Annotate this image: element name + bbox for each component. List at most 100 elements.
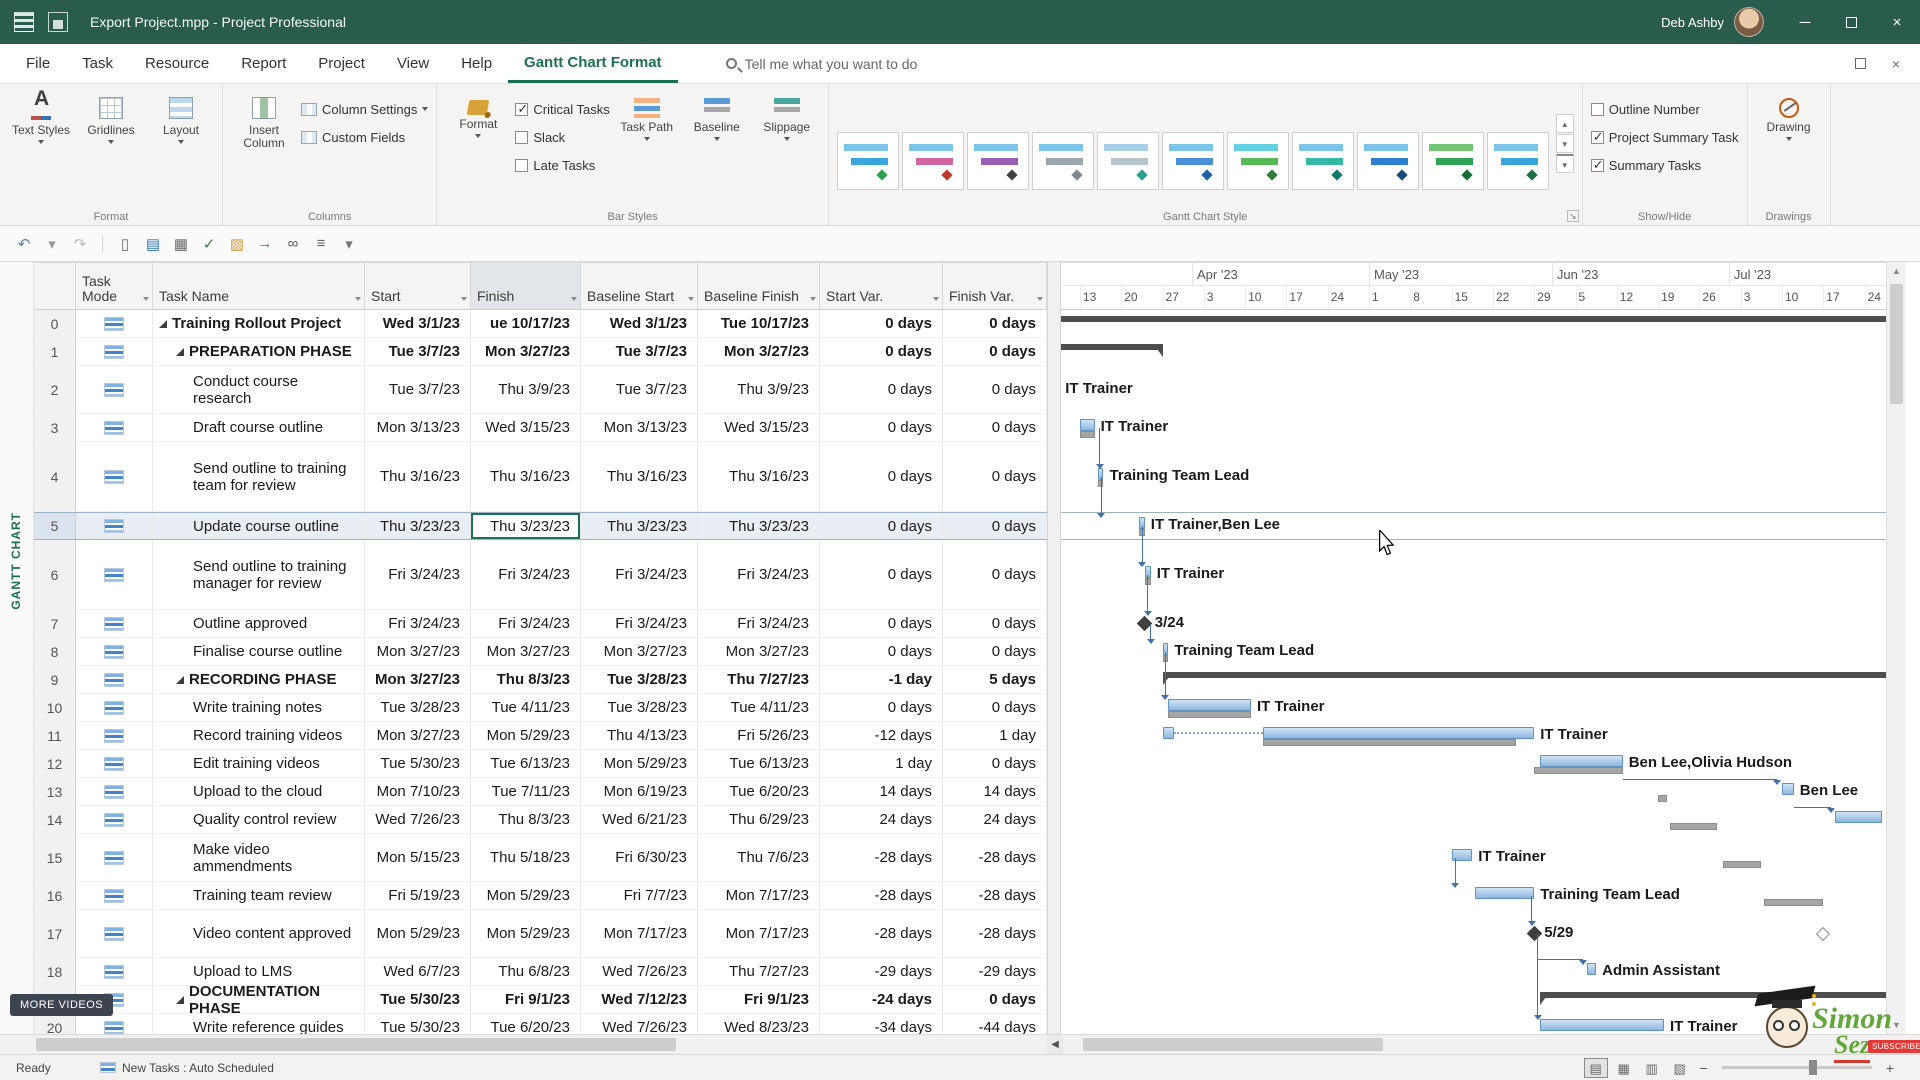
finish-cell[interactable]: Thu 3/9/23 <box>471 366 581 414</box>
task-mode-cell[interactable] <box>76 540 153 610</box>
gantt-task-bar[interactable] <box>1168 699 1251 711</box>
gantt-style-option-2[interactable] <box>902 132 964 190</box>
svar-cell[interactable]: -28 days <box>820 882 943 910</box>
column-header-bstart[interactable]: Baseline Start <box>581 263 698 309</box>
start-cell[interactable]: Wed 3/1/23 <box>365 310 471 338</box>
row-number[interactable]: 17 <box>34 910 76 958</box>
gantt-style-option-6[interactable] <box>1162 132 1224 190</box>
task-name-cell[interactable]: Write reference guides <box>153 1014 365 1034</box>
finish-cell[interactable]: Thu 5/18/23 <box>471 834 581 882</box>
finish-cell[interactable]: Mon 3/27/23 <box>471 638 581 666</box>
tab-project[interactable]: Project <box>302 44 381 83</box>
svar-cell[interactable]: 0 days <box>820 338 943 366</box>
task-name-cell[interactable]: Edit training videos <box>153 750 365 778</box>
task-name-cell[interactable]: DOCUMENTATION PHASE <box>153 986 365 1014</box>
scroll-up-icon[interactable]: ▲ <box>1887 266 1906 276</box>
task-mode-cell[interactable] <box>76 1014 153 1034</box>
gantt-style-option-7[interactable] <box>1227 132 1289 190</box>
gantt-scroll-thumb[interactable] <box>1083 1038 1383 1051</box>
fvar-cell[interactable]: 0 days <box>943 610 1047 638</box>
save-button[interactable]: ▤ <box>141 232 165 256</box>
bstart-cell[interactable]: Fri 3/24/23 <box>581 540 698 610</box>
bfinish-cell[interactable]: Thu 3/23/23 <box>698 513 820 539</box>
slack-checkbox[interactable] <box>515 131 528 144</box>
table-row[interactable]: 2Conduct course researchTue 3/7/23Thu 3/… <box>34 366 1047 414</box>
task-name-cell[interactable]: Conduct course research <box>153 366 365 414</box>
fvar-cell[interactable]: 0 days <box>943 750 1047 778</box>
bfinish-cell[interactable]: Tue 6/20/23 <box>698 778 820 806</box>
close-button[interactable]: × <box>1874 0 1920 44</box>
row-number[interactable]: 16 <box>34 882 76 910</box>
more-videos-badge[interactable]: MORE VIDEOS <box>10 994 113 1016</box>
qat-overflow-button[interactable]: ▾ <box>337 232 361 256</box>
task-mode-cell[interactable] <box>76 882 153 910</box>
finish-cell[interactable]: ue 10/17/23 <box>471 310 581 338</box>
fvar-cell[interactable]: 0 days <box>943 442 1047 512</box>
zoom-out-button[interactable]: − <box>1700 1060 1708 1076</box>
bfinish-cell[interactable]: Tue 10/17/23 <box>698 310 820 338</box>
table-scroll-thumb[interactable] <box>36 1038 676 1051</box>
column-header-finish[interactable]: Finish <box>471 263 581 309</box>
task-mode-cell[interactable] <box>76 310 153 338</box>
text-styles-button[interactable]: Text Styles <box>8 92 74 207</box>
bstart-cell[interactable]: Fri 6/30/23 <box>581 834 698 882</box>
table-row[interactable]: 14Quality control reviewWed 7/26/23Thu 8… <box>34 806 1047 834</box>
table-horizontal-scrollbar[interactable] <box>34 1035 1047 1055</box>
start-cell[interactable]: Wed 6/7/23 <box>365 958 471 986</box>
gallery-down-icon[interactable]: ▾ <box>1556 134 1574 153</box>
bstart-cell[interactable]: Thu 3/16/23 <box>581 442 698 512</box>
gantt-style-option-1[interactable] <box>837 132 899 190</box>
tab-help[interactable]: Help <box>445 44 508 83</box>
svar-cell[interactable]: 0 days <box>820 540 943 610</box>
column-header-start[interactable]: Start <box>365 263 471 309</box>
bstart-cell[interactable]: Mon 7/17/23 <box>581 910 698 958</box>
table-row[interactable]: 7Outline approvedFri 3/24/23Fri 3/24/23F… <box>34 610 1047 638</box>
project-summary-task-checkbox[interactable] <box>1591 131 1604 144</box>
start-cell[interactable]: Fri 3/24/23 <box>365 610 471 638</box>
slack-option[interactable]: Slack <box>515 126 609 148</box>
gantt-task-bar[interactable] <box>1080 419 1095 431</box>
bstart-cell[interactable]: Tue 3/28/23 <box>581 666 698 694</box>
task-name-cell[interactable]: Training team review <box>153 882 365 910</box>
task-name-cell[interactable]: Record training videos <box>153 722 365 750</box>
row-number[interactable]: 9 <box>34 666 76 694</box>
bstart-cell[interactable]: Wed 7/26/23 <box>581 1014 698 1034</box>
task-name-cell[interactable]: Draft course outline <box>153 414 365 442</box>
task-mode-cell[interactable] <box>76 806 153 834</box>
column-settings-button[interactable]: Column Settings <box>301 98 428 120</box>
highlight-button[interactable]: ▨ <box>225 232 249 256</box>
task-mode-cell[interactable] <box>76 610 153 638</box>
gantt-style-dialog-launcher-icon[interactable]: ↘ <box>1567 210 1579 222</box>
start-cell[interactable]: Fri 3/24/23 <box>365 540 471 610</box>
expand-triangle-icon[interactable] <box>176 348 184 356</box>
bfinish-cell[interactable]: Mon 3/27/23 <box>698 338 820 366</box>
finish-cell[interactable]: Fri 9/1/23 <box>471 986 581 1014</box>
table-row[interactable]: 0Training Rollout ProjectWed 3/1/23ue 10… <box>34 310 1047 338</box>
task-name-cell[interactable]: Make video ammendments <box>153 834 365 882</box>
vertical-scrollbar[interactable]: ▲ ▼ <box>1886 262 1906 1034</box>
finish-cell[interactable]: Tue 4/11/23 <box>471 694 581 722</box>
table-row[interactable]: 20Write reference guidesTue 5/30/23Tue 6… <box>34 1014 1047 1034</box>
task-name-cell[interactable]: Update course outline <box>153 513 365 539</box>
gantt-task-bar[interactable] <box>1835 811 1882 823</box>
summary-tasks-option[interactable]: Summary Tasks <box>1591 154 1739 176</box>
summary-tasks-checkbox[interactable] <box>1591 159 1604 172</box>
task-name-cell[interactable]: RECORDING PHASE <box>153 666 365 694</box>
start-cell[interactable]: Tue 3/28/23 <box>365 694 471 722</box>
finish-cell[interactable]: Thu 8/3/23 <box>471 666 581 694</box>
expand-triangle-icon[interactable] <box>176 996 184 1004</box>
new-file-button[interactable]: ▯ <box>113 232 137 256</box>
bfinish-cell[interactable]: Wed 3/15/23 <box>698 414 820 442</box>
row-number[interactable]: 3 <box>34 414 76 442</box>
tell-me-search[interactable]: Tell me what you want to do <box>726 56 918 72</box>
svar-cell[interactable]: -1 day <box>820 666 943 694</box>
bfinish-cell[interactable]: Tue 4/11/23 <box>698 694 820 722</box>
gantt-task-bar[interactable] <box>1540 755 1623 767</box>
gantt-task-bar[interactable] <box>1587 963 1596 975</box>
row-number[interactable]: 20 <box>34 1014 76 1034</box>
gantt-summary-bar[interactable] <box>1061 316 1886 322</box>
tab-resource[interactable]: Resource <box>129 44 225 83</box>
start-cell[interactable]: Mon 7/10/23 <box>365 778 471 806</box>
tab-view[interactable]: View <box>381 44 445 83</box>
tab-file[interactable]: File <box>10 44 66 83</box>
